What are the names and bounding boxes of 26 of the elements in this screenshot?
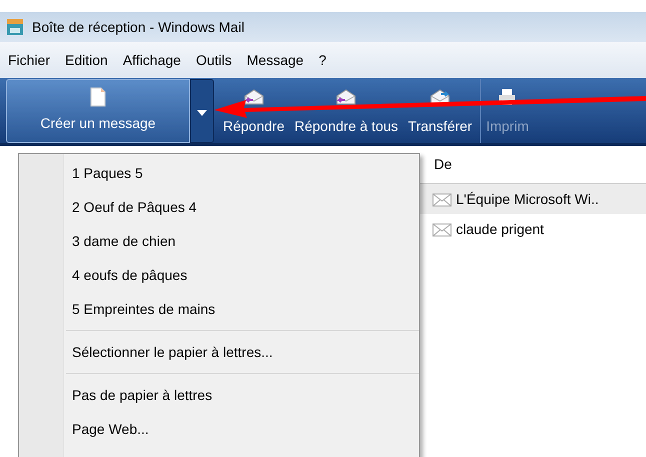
menu-item[interactable]: Affichage (122, 50, 181, 70)
dropdown-menu-item[interactable]: Page Web... (66, 412, 419, 446)
mail-app-icon (6, 18, 24, 36)
envelope-icon (335, 88, 358, 106)
menu-item[interactable]: Outils (196, 50, 232, 70)
dropdown-menu-item[interactable]: 2 Oeuf de Pâques 4 (66, 190, 419, 224)
envelope-icon (432, 191, 452, 207)
dropdown-menu-item[interactable]: 5 Empreintes de mains (66, 292, 419, 326)
new-message-button[interactable]: Créer un message (6, 78, 190, 142)
dropdown-menu-item[interactable]: 1 Paques 5 (66, 156, 419, 190)
dropdown-menu-item[interactable]: Pas de papier à lettres (66, 378, 419, 412)
dropdown-menu-item[interactable]: 3 dame de chien (66, 224, 419, 258)
window-title: Boîte de réception - Windows Mail (32, 18, 244, 37)
caret-icon (197, 110, 207, 116)
envelope-icon (432, 221, 452, 237)
dropdown-button[interactable] (190, 78, 214, 142)
message-row[interactable]: L'Équipe Microsoft Wi.. (420, 184, 646, 214)
menu-item[interactable]: Edition (65, 50, 108, 70)
envelope-icon (242, 88, 265, 106)
dropdown-menu-item[interactable]: Sélectionner le papier à lettres... (66, 335, 419, 369)
menu-item[interactable]: Message (246, 50, 304, 70)
menu-item[interactable]: ? (318, 50, 326, 70)
menu-item[interactable]: Fichier (8, 50, 50, 70)
message-row[interactable]: claude prigent (420, 214, 646, 244)
document-icon (90, 87, 106, 107)
dropdown-menu-item[interactable]: 4 eoufs de pâques (66, 258, 419, 292)
